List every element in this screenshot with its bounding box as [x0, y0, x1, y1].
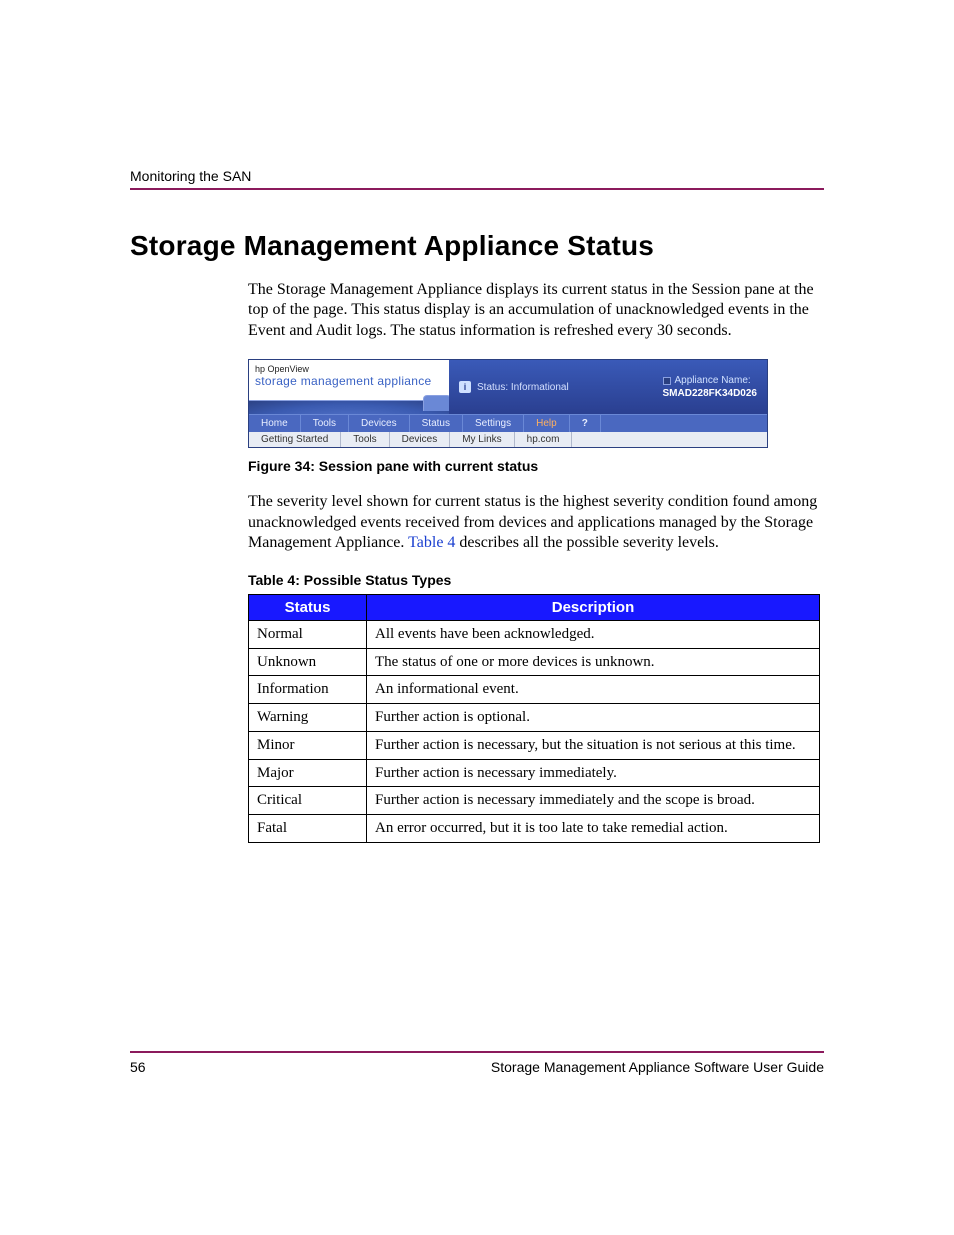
cell-status: Warning	[249, 704, 367, 732]
tab-status[interactable]: Status	[410, 415, 463, 432]
tab-home[interactable]: Home	[249, 415, 301, 432]
brand-title: storage management appliance	[255, 374, 443, 388]
tab-tools[interactable]: Tools	[301, 415, 349, 432]
running-head: Monitoring the SAN	[130, 168, 824, 188]
page-number: 56	[130, 1059, 146, 1075]
cell-status: Critical	[249, 787, 367, 815]
table-row: Warning Further action is optional.	[249, 704, 820, 732]
table-row: Normal All events have been acknowledged…	[249, 620, 820, 648]
figure-caption: Figure 34: Session pane with current sta…	[248, 458, 824, 474]
appliance-name-block: Appliance Name: SMAD228FK34D026	[663, 374, 758, 400]
session-pane: hp OpenView storage management appliance…	[248, 359, 768, 448]
table-row: Unknown The status of one or more device…	[249, 648, 820, 676]
cell-description: The status of one or more devices is unk…	[367, 648, 820, 676]
page-footer: 56 Storage Management Appliance Software…	[130, 1051, 824, 1075]
subtab-my-links[interactable]: My Links	[450, 432, 514, 447]
brand-small: hp OpenView	[255, 364, 443, 374]
subtab-tools[interactable]: Tools	[341, 432, 389, 447]
status-types-table: Status Description Normal All events hav…	[248, 594, 820, 843]
tab-devices[interactable]: Devices	[349, 415, 410, 432]
intro-paragraph: The Storage Management Appliance display…	[248, 280, 824, 341]
appliance-label: Appliance Name:	[675, 375, 751, 386]
cell-status: Minor	[249, 731, 367, 759]
table-row: Critical Further action is necessary imm…	[249, 787, 820, 815]
cell-status: Major	[249, 759, 367, 787]
cell-description: Further action is necessary immediately …	[367, 787, 820, 815]
cell-description: Further action is necessary, but the sit…	[367, 731, 820, 759]
header-rule	[130, 188, 824, 190]
status-indicator: i Status: Informational	[459, 381, 569, 393]
status-text: Status: Informational	[477, 382, 569, 393]
cell-status: Fatal	[249, 815, 367, 843]
col-header-status: Status	[249, 594, 367, 620]
cell-description: An informational event.	[367, 676, 820, 704]
subtab-getting-started[interactable]: Getting Started	[249, 432, 341, 447]
table-row: Fatal An error occurred, but it is too l…	[249, 815, 820, 843]
cell-status: Unknown	[249, 648, 367, 676]
subtab-hp-com[interactable]: hp.com	[515, 432, 573, 447]
subtab-devices[interactable]: Devices	[390, 432, 451, 447]
appliance-name: SMAD228FK34D026	[663, 387, 758, 400]
section-title: Storage Management Appliance Status	[130, 230, 824, 262]
cell-description: All events have been acknowledged.	[367, 620, 820, 648]
primary-tabs: Home Tools Devices Status Settings Help …	[249, 414, 767, 432]
footer-rule	[130, 1051, 824, 1053]
tab-question[interactable]: ?	[570, 415, 601, 432]
table-4-link[interactable]: Table 4	[408, 534, 455, 551]
table-row: Information An informational event.	[249, 676, 820, 704]
table-caption: Table 4: Possible Status Types	[248, 572, 824, 588]
doc-title: Storage Management Appliance Software Us…	[491, 1059, 824, 1075]
tab-settings[interactable]: Settings	[463, 415, 524, 432]
figure-session-pane: hp OpenView storage management appliance…	[248, 359, 824, 448]
severity-paragraph: The severity level shown for current sta…	[248, 492, 824, 553]
table-row: Major Further action is necessary immedi…	[249, 759, 820, 787]
info-icon: i	[459, 381, 471, 393]
tab-help[interactable]: Help	[524, 415, 570, 432]
cell-status: Normal	[249, 620, 367, 648]
secondary-tabs: Getting Started Tools Devices My Links h…	[249, 432, 767, 447]
cell-description: Further action is optional.	[367, 704, 820, 732]
appliance-square-icon	[663, 377, 671, 385]
table-row: Minor Further action is necessary, but t…	[249, 731, 820, 759]
cell-description: Further action is necessary immediately.	[367, 759, 820, 787]
brand-area: hp OpenView storage management appliance	[249, 360, 449, 414]
cell-description: An error occurred, but it is too late to…	[367, 815, 820, 843]
cell-status: Information	[249, 676, 367, 704]
col-header-description: Description	[367, 594, 820, 620]
para2-post: describes all the possible severity leve…	[455, 534, 718, 551]
